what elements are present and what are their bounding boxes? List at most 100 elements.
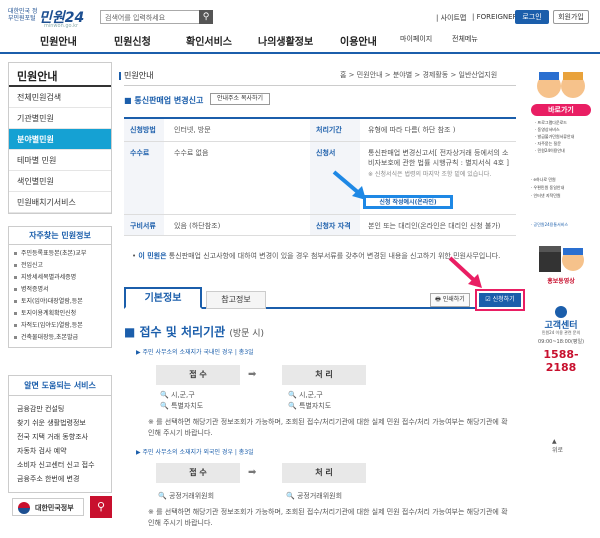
logo-gov-text: 대한민국 정부민원포털 xyxy=(8,8,38,22)
service-item[interactable]: 찾기 쉬운 생활법령정보 xyxy=(9,416,111,430)
top-label: 위로 xyxy=(552,447,564,454)
breadcrumb: 홈 > 민원안내 > 분야별 > 경제활동 > 일반산업지원 xyxy=(340,71,498,79)
clapper-icon xyxy=(539,246,584,272)
sidebar-item-delivery[interactable]: 민원배치기서비스 xyxy=(9,192,111,213)
service-item[interactable]: 전국 지택 거래 동향조사 xyxy=(9,430,111,444)
td-method: 인터넷, 방문 xyxy=(174,126,211,134)
td-docs: 있음 (하단참조) xyxy=(174,222,221,230)
th-method: 신청방법 xyxy=(124,119,164,141)
service-item[interactable]: 금융감만 컨설팅 xyxy=(9,402,111,416)
blue-arrow-annotation xyxy=(332,170,366,200)
arrow-right-icon: ➡ xyxy=(248,467,257,478)
case1-process-office1[interactable]: 🔍 시,군,구 xyxy=(288,390,323,400)
quick-item[interactable]: · 프로그램다운로드 xyxy=(535,120,567,126)
frequent-item[interactable]: 전입신고 xyxy=(9,260,111,272)
site-logo[interactable]: 대한민국 정부민원포털 민원24 minwon.go.kr xyxy=(8,6,96,30)
section-title: ■ 접수 및 처리기관 (방문 시) xyxy=(124,325,265,339)
civil-title-text: 통신판매업 변경신고 xyxy=(134,96,204,105)
apply-button[interactable]: ☑ 신청하기 xyxy=(475,289,525,311)
service-title: 알면 도움되는 서비스 xyxy=(9,376,111,396)
service-item[interactable]: 자동차 검사 예약 xyxy=(9,444,111,458)
th-period: 처리기간 xyxy=(310,119,360,141)
frequent-item[interactable]: 건축물대장등,초본발급 xyxy=(9,332,111,344)
quick-item[interactable]: · 발급불가민원서류안내 xyxy=(535,134,574,140)
quick-item[interactable]: · 자주묻는 질문 xyxy=(535,141,561,147)
th-qual: 신청자 자격 xyxy=(310,215,360,235)
gov-search-icon[interactable]: ⚲ xyxy=(90,496,112,518)
join-button[interactable]: 회원가입 xyxy=(553,10,589,24)
print-button[interactable]: 🖶 인쇄하기 xyxy=(430,293,470,307)
nav-item-guide[interactable]: 민원안내 xyxy=(40,33,77,48)
case1-receive-office2[interactable]: 🔍 특별자치도 xyxy=(160,401,203,411)
office-label: 시,군,구 xyxy=(170,391,195,399)
related-link[interactable]: · 우편민원 동일안내 xyxy=(531,184,591,192)
case1-process-office2[interactable]: 🔍 특별자치도 xyxy=(288,401,331,411)
frequent-item[interactable]: 토지(임야)대장열람,등본 xyxy=(9,296,111,308)
search-input[interactable]: 검색어를 입력하세요 xyxy=(100,10,200,24)
nav-item-usage[interactable]: 이용안내 xyxy=(340,33,377,48)
case1-process-box: 처 리 xyxy=(282,365,366,385)
sitemap-link[interactable]: | 사이트맵 xyxy=(436,13,466,23)
case1-receive-office1[interactable]: 🔍 시,군,구 xyxy=(160,390,195,400)
login-button[interactable]: 로그인 xyxy=(515,10,549,24)
tab-reference[interactable]: 참고정보 xyxy=(206,291,266,309)
divider xyxy=(124,85,516,86)
section-title-text: 접수 및 처리기관 xyxy=(139,325,226,339)
frequent-item[interactable]: 토지이용계획확인신청 xyxy=(9,308,111,320)
taegeuk-icon xyxy=(18,502,30,514)
form-example-button[interactable]: 신청 작성예시(온라인) xyxy=(363,195,453,209)
copy-url-button[interactable]: 안내주소 복사하기 xyxy=(210,93,270,105)
quick-item[interactable]: · 민원24이용안내 xyxy=(535,148,565,154)
case2-receive-office[interactable]: 🔍 공정거래위원회 xyxy=(158,491,214,501)
mypage-link[interactable]: 마이페이지 xyxy=(400,34,432,44)
promo-label: 홍보동영상 xyxy=(547,278,575,285)
sidebar-item-all-search[interactable]: 전체민원검색 xyxy=(9,87,111,108)
case1-title: 주민 사무소의 소재지가 국내인 경우 | 총3일 xyxy=(136,347,254,356)
sidebar-item-by-theme[interactable]: 테마별 민원 xyxy=(9,150,111,171)
nav-item-mylife[interactable]: 나의생활정보 xyxy=(258,33,313,48)
gov-logo[interactable]: 대한민국정부 xyxy=(12,498,84,516)
all-menu-link[interactable]: 전체메뉴 xyxy=(452,34,478,44)
sidebar-title: 민원안내 xyxy=(9,63,111,87)
center-hours: 09:00~18:00(평일) xyxy=(537,339,585,345)
mascot-icon xyxy=(537,72,585,98)
case2-note: ※ 를 선택하면 해당기관 정보조회가 가능하며, 조회된 접수/처리기관에 대… xyxy=(148,508,508,527)
quick-title: 바로가기 xyxy=(531,104,591,116)
sidebar-item-by-agency[interactable]: 기관별민원 xyxy=(9,108,111,129)
th-docs: 구비서류 xyxy=(124,215,164,235)
frequent-item[interactable]: 병적증명서 xyxy=(9,284,111,296)
service-item[interactable]: 금융주소 한번에 변경 xyxy=(9,472,111,486)
case2-title: 주민 사무소의 소재지가 외국인 경우 | 총3일 xyxy=(136,447,254,456)
foreigner-link[interactable]: | FOREIGNER xyxy=(472,13,517,21)
tab-basic-info[interactable]: 기본정보 xyxy=(124,287,202,309)
gov-logo-text: 대한민국정부 xyxy=(35,504,74,512)
scroll-top-button[interactable]: ▲ 위로 xyxy=(552,438,563,454)
gongmin-link[interactable]: · 공민원24용통서비스 xyxy=(531,222,591,228)
service-panel: 알면 도움되는 서비스 금융감만 컨설팅 찾기 쉬운 생활법령정보 전국 지택 … xyxy=(8,375,112,493)
sidebar-item-by-index[interactable]: 색인별민원 xyxy=(9,171,111,192)
office-label: 특별자치도 xyxy=(298,402,332,410)
related-link[interactable]: · 인터넷 지적민원 xyxy=(531,192,591,200)
frequent-item[interactable]: 지방세세목별과세증명 xyxy=(9,272,111,284)
sidebar-item-by-field[interactable]: 분야별민원 xyxy=(9,129,111,150)
case1-note: ※ 를 선택하면 해당기관 정보조회가 가능하며, 조회된 접수/처리기관에 대… xyxy=(148,418,508,437)
nav-item-confirm[interactable]: 확인서비스 xyxy=(186,33,232,48)
center-sub: 민원24 이용 관련 문의 xyxy=(541,330,581,335)
frequent-item[interactable]: 주민등록표등본(초본)교부 xyxy=(9,248,111,260)
office-label: 공정거래위원회 xyxy=(296,492,343,500)
frequent-item[interactable]: 자적도(임야도)열람,등본 xyxy=(9,320,111,332)
civil-title: ■ 통신판매업 변경신고 xyxy=(124,96,204,105)
case2-process-office[interactable]: 🔍 공정거래위원회 xyxy=(286,491,342,501)
promo-video-banner[interactable]: 홍보동영상 xyxy=(531,240,591,288)
apply-label-text: 신청하기 xyxy=(492,296,515,303)
related-link[interactable]: · e하나로 민원 xyxy=(531,176,591,184)
quick-item[interactable]: · 동영상서비스 xyxy=(535,127,560,133)
quick-links-banner: 바로가기 · 프로그램다운로드 · 동영상서비스 · 발급불가민원서류안내 · … xyxy=(531,70,591,154)
nav-item-apply[interactable]: 민원신청 xyxy=(114,33,151,48)
search-icon[interactable]: ⚲ xyxy=(199,10,213,24)
apply-label: ☑ 신청하기 xyxy=(479,293,521,307)
arrow-right-icon: ➡ xyxy=(248,369,257,380)
customer-center-banner[interactable]: 고객센터 민원24 이용 관련 문의 09:00~18:00(평일) 1588-… xyxy=(531,304,591,374)
service-item[interactable]: 소비자 신고센터 신고 접수 xyxy=(9,458,111,472)
info-table: 신청방법 인터넷, 방문 처리기간 유형에 따라 다름( 하단 참조 ) 수수료… xyxy=(124,117,516,236)
